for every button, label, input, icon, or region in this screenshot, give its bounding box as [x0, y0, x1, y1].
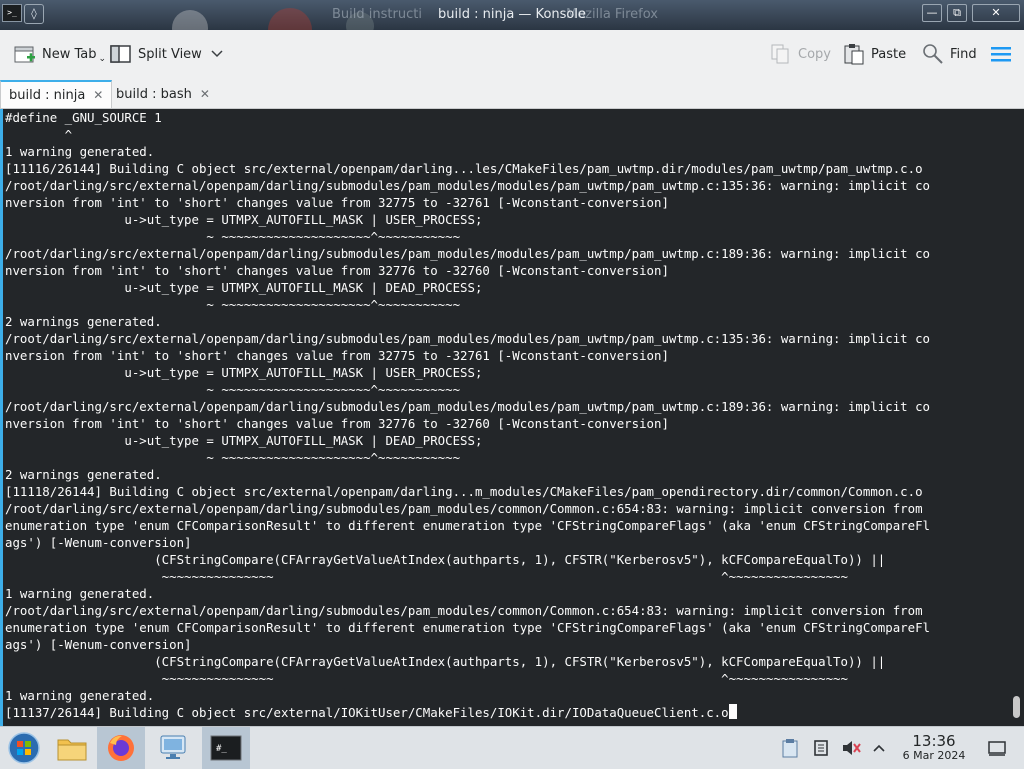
terminal-line: nversion from 'int' to 'short' changes v… — [5, 416, 669, 431]
firefox-button[interactable] — [97, 727, 145, 769]
scrollbar-thumb[interactable] — [1013, 696, 1020, 718]
show-desktop-icon[interactable] — [986, 737, 1008, 759]
folder-icon — [57, 739, 87, 761]
terminal-line: /root/darling/src/external/openpam/darli… — [5, 399, 931, 414]
terminal-line: ~~~~~~~~~~~~~~~ ^~~~~~~~~~~~~~~~~ — [5, 569, 848, 584]
copy-label: Copy — [798, 46, 831, 62]
volume-muted-icon[interactable] — [840, 737, 862, 759]
find-label: Find — [950, 46, 977, 62]
close-tab-icon[interactable]: ✕ — [200, 87, 210, 101]
terminal-line: ~ ~~~~~~~~~~~~~~~~~~~~^~~~~~~~~~~~ — [5, 382, 461, 397]
terminal-line: nversion from 'int' to 'short' changes v… — [5, 348, 669, 363]
terminal-line: ~ ~~~~~~~~~~~~~~~~~~~~^~~~~~~~~~~~ — [5, 450, 461, 465]
terminal-line: (CFStringCompare(CFArrayGetValueAtIndex(… — [5, 654, 886, 669]
terminal-line: [11118/26144] Building C object src/exte… — [5, 484, 923, 499]
chevron-down-icon — [211, 50, 223, 58]
terminal-line: ags') [-Wenum-conversion] — [5, 535, 192, 550]
terminal-line: nversion from 'int' to 'short' changes v… — [5, 263, 669, 278]
tab-build-bash[interactable]: build : bash ✕ — [108, 80, 218, 108]
terminal-line: #define _GNU_SOURCE 1 — [5, 110, 162, 125]
terminal-line: ags') [-Wenum-conversion] — [5, 637, 192, 652]
start-menu-icon — [8, 732, 40, 764]
file-manager-button[interactable] — [48, 727, 96, 769]
terminal-line: 1 warning generated. — [5, 586, 155, 601]
konsole-toolbar: New Tab ⌄ Split View Copy Paste Find — [0, 30, 1024, 79]
terminal-output[interactable]: #define _GNU_SOURCE 1 ^ 1 warning genera… — [0, 109, 1010, 726]
paste-button[interactable]: Paste — [843, 42, 906, 66]
terminal-line: 2 warnings generated. — [5, 314, 162, 329]
tab-label: build : ninja — [9, 87, 86, 103]
new-tab-button[interactable]: New Tab ⌄ — [14, 42, 106, 66]
window-titlebar[interactable]: >_ ◊ Build instructi Mozilla Firefox bui… — [0, 0, 1024, 30]
hamburger-menu-icon — [991, 47, 1011, 62]
new-tab-label: New Tab — [42, 46, 97, 62]
tab-label: build : bash — [116, 86, 192, 102]
chevron-up-icon[interactable] — [868, 737, 890, 759]
clipboard-tray-icon[interactable] — [779, 737, 801, 759]
terminal-line: /root/darling/src/external/openpam/darli… — [5, 603, 923, 618]
terminal-line: 1 warning generated. — [5, 688, 155, 703]
terminal-cursor — [728, 704, 737, 719]
terminal-line: /root/darling/src/external/openpam/darli… — [5, 501, 923, 516]
terminal-line: u->ut_type = UTMPX_AUTOFILL_MASK | DEAD_… — [5, 280, 483, 295]
terminal-line: /root/darling/src/external/openpam/darli… — [5, 331, 931, 346]
terminal-line: /root/darling/src/external/openpam/darli… — [5, 178, 931, 193]
clock-date[interactable]: 6 Mar 2024 — [893, 749, 975, 762]
network-settings-icon — [160, 735, 186, 759]
firefox-icon — [108, 735, 134, 761]
tab-build-ninja[interactable]: build : ninja ✕ — [0, 80, 113, 108]
terminal-scrollbar[interactable] — [1010, 109, 1024, 726]
terminal-line-text: [11137/26144] Building C object src/exte… — [5, 705, 729, 720]
split-view-label: Split View — [138, 46, 202, 62]
close-tab-icon[interactable]: ✕ — [93, 88, 103, 102]
terminal-line: u->ut_type = UTMPX_AUTOFILL_MASK | USER_… — [5, 212, 483, 227]
copy-icon — [771, 44, 789, 64]
taskbar: #_ 13:36 6 Mar 2024 — [0, 726, 1024, 769]
terminal-line: /root/darling/src/external/openpam/darli… — [5, 246, 931, 261]
device-notifier-icon[interactable] — [810, 737, 832, 759]
terminal-line: u->ut_type = UTMPX_AUTOFILL_MASK | USER_… — [5, 365, 483, 380]
clock-time[interactable]: 13:36 — [900, 732, 968, 750]
terminal-line: 1 warning generated. — [5, 144, 155, 159]
hamburger-menu-button[interactable] — [990, 42, 1018, 66]
paste-icon — [844, 44, 864, 65]
terminal-line: (CFStringCompare(CFArrayGetValueAtIndex(… — [5, 552, 886, 567]
terminal-icon: #_ — [210, 735, 242, 761]
search-icon — [923, 44, 943, 64]
maximize-button[interactable]: ⧉ — [947, 4, 967, 22]
split-view-button[interactable]: Split View — [110, 42, 230, 66]
terminal-line: ~ ~~~~~~~~~~~~~~~~~~~~^~~~~~~~~~~~ — [5, 229, 461, 244]
terminal-line: [11116/26144] Building C object src/exte… — [5, 161, 923, 176]
new-tab-icon — [14, 46, 35, 63]
start-menu-button[interactable] — [0, 727, 48, 769]
terminal-line: 2 warnings generated. — [5, 467, 162, 482]
chevron-down-icon: ⌄ — [98, 54, 107, 64]
window-title: build : ninja — Konsole — [438, 7, 586, 22]
svg-text:#_: #_ — [216, 744, 227, 754]
find-button[interactable]: Find — [922, 42, 977, 66]
minimize-button[interactable]: — — [922, 4, 942, 22]
terminal-line: u->ut_type = UTMPX_AUTOFILL_MASK | DEAD_… — [5, 433, 483, 448]
konsole-task-button[interactable]: #_ — [202, 727, 250, 769]
terminal-line: enumeration type 'enum CFComparisonResul… — [5, 620, 931, 635]
paste-label: Paste — [871, 46, 907, 62]
network-settings-button[interactable] — [150, 727, 198, 769]
close-button[interactable]: ✕ — [972, 4, 1020, 22]
split-view-icon — [110, 45, 131, 63]
copy-button[interactable]: Copy — [770, 42, 831, 66]
terminal-line: ~~~~~~~~~~~~~~~ ^~~~~~~~~~~~~~~~~ — [5, 671, 848, 686]
terminal-last-line: [11137/26144] Building C object src/exte… — [3, 704, 1010, 721]
terminal-line: nversion from 'int' to 'short' changes v… — [5, 195, 669, 210]
terminal-line: enumeration type 'enum CFComparisonResul… — [5, 518, 931, 533]
terminal-line: ^ — [5, 127, 73, 142]
terminal-line: ~ ~~~~~~~~~~~~~~~~~~~~^~~~~~~~~~~~ — [5, 297, 461, 312]
tab-bar: build : ninja ✕ build : bash ✕ — [0, 78, 1024, 109]
